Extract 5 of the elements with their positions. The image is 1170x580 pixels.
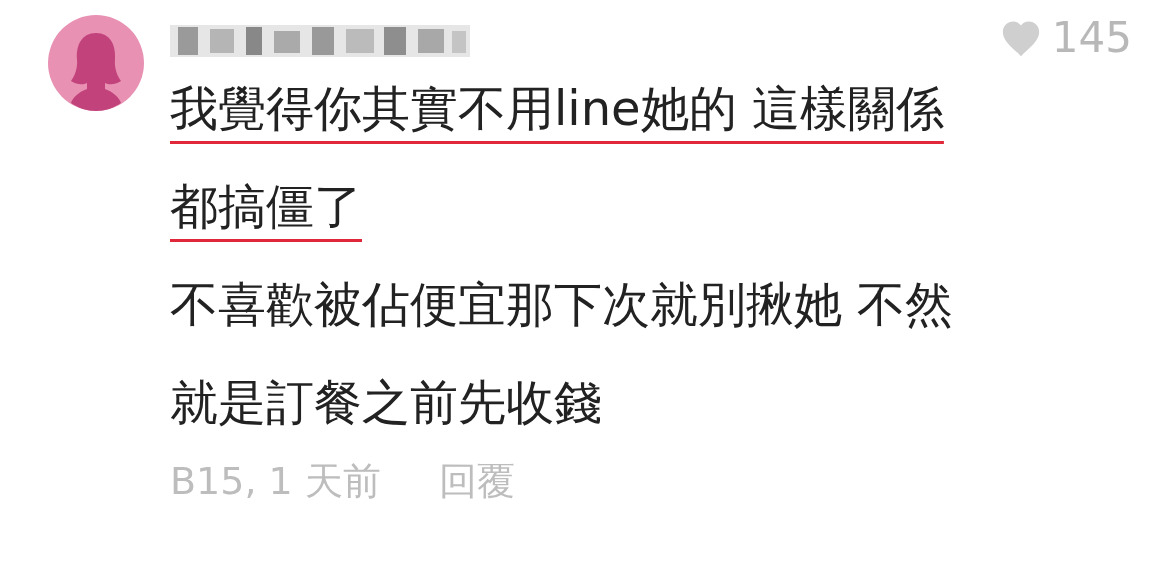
comment-text: 我覺得你其實不用line她的 這樣關係 都搞僵了: [170, 79, 945, 236]
like-count: 145: [1051, 17, 1132, 59]
comment-text: 不喜歡被佔便宜那下次就別揪她 不然 就是訂餐之前先收錢: [170, 275, 955, 432]
reply-link[interactable]: 回覆: [438, 453, 515, 510]
comment-meta: B15, 1 天前: [170, 458, 381, 505]
